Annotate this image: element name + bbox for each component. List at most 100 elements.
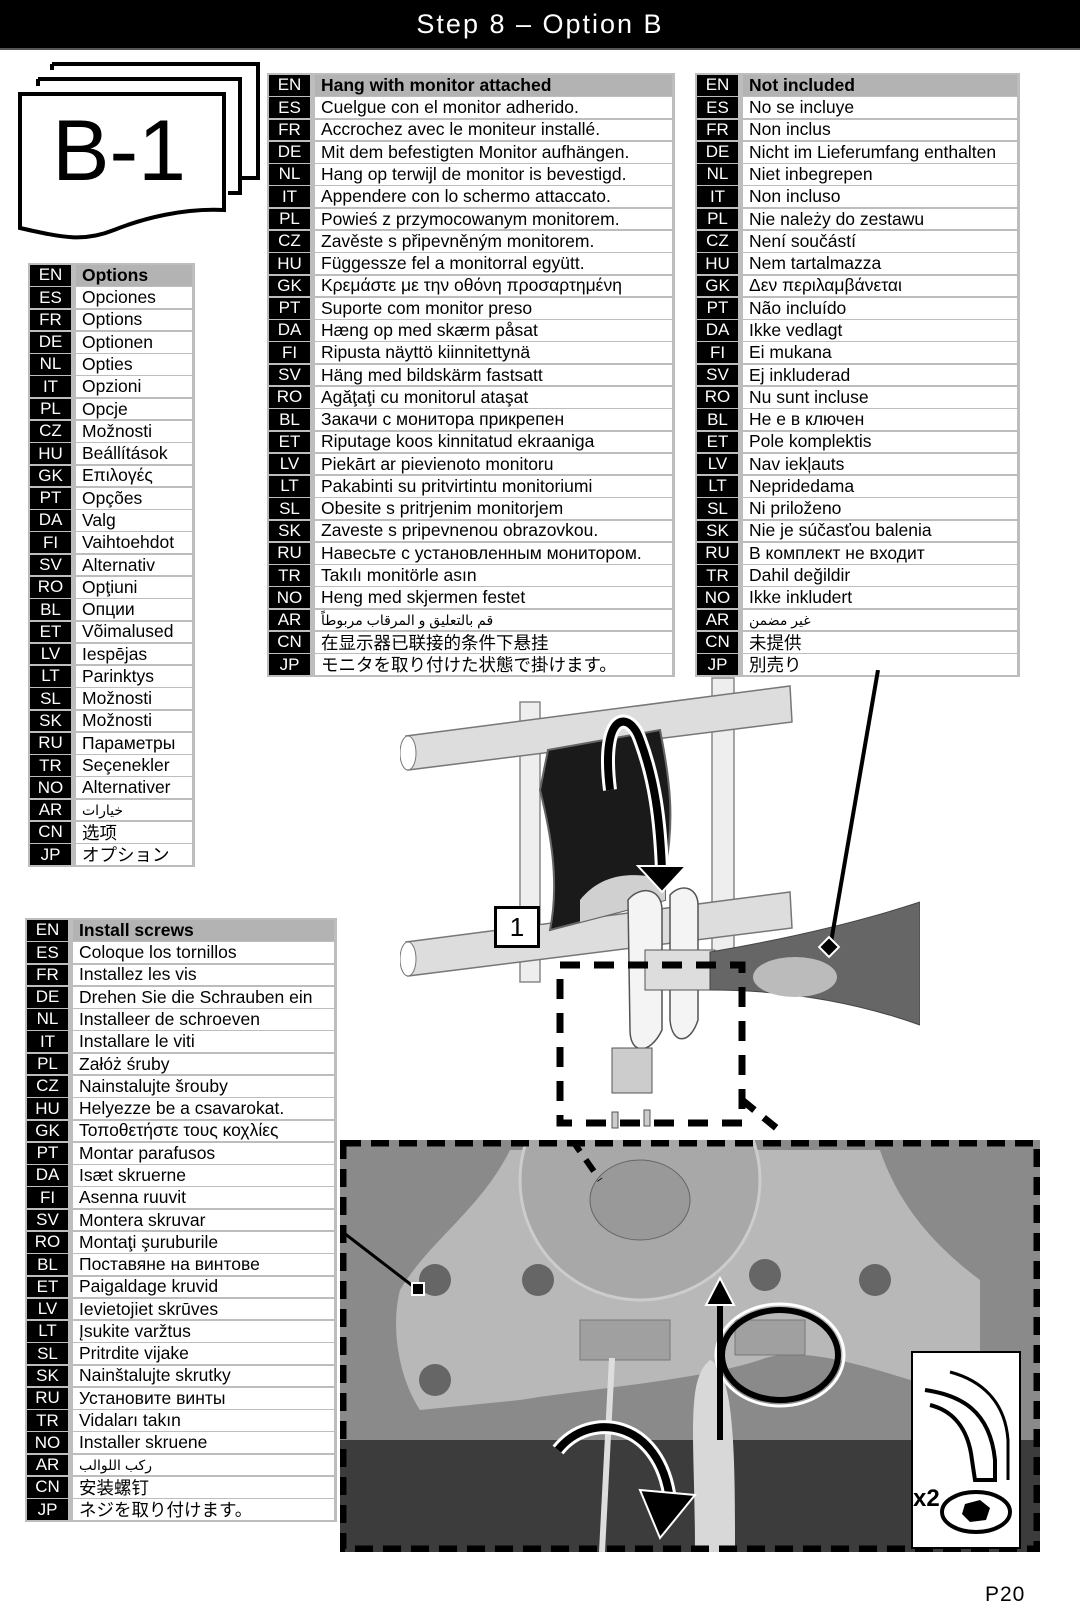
language-code: LV (30, 643, 71, 665)
table-row: IT Non incluso (697, 186, 1017, 208)
translation-text: Võimalused (76, 621, 192, 643)
table-row: RO Opţiuni (30, 576, 192, 598)
table-row: EN Hang with monitor attached (269, 75, 672, 96)
language-code: LV (269, 453, 310, 475)
language-code: CN (27, 1477, 68, 1498)
translation-text: Nainstalujte šrouby (73, 1075, 334, 1097)
language-code: IT (27, 1031, 68, 1053)
table-row: SV Alternativ (30, 554, 192, 576)
translation-text: Nu sunt incluse (743, 386, 1017, 408)
translation-text: Ej inkluderad (743, 364, 1017, 386)
table-row: ES Cuelgue con el monitor adherido. (269, 97, 672, 118)
screw (643, 1109, 651, 1127)
language-code: DE (269, 141, 310, 163)
translation-text: Pritrdite vijake (73, 1343, 334, 1365)
language-code: JP (30, 844, 71, 865)
translation-text: Asenna ruuvit (73, 1187, 334, 1209)
table-row: GK Κρεμάστε με την οθόνη προσαρτημένη (269, 275, 672, 297)
translation-text: 安装螺钉 (73, 1477, 334, 1498)
language-code: NL (269, 164, 310, 185)
translation-text: Hæng op med skærm påsat (315, 320, 672, 341)
translation-text: Nem tartalmazza (743, 253, 1017, 274)
table-row: GK Τοποθετήστε τους κοχλίες (27, 1120, 334, 1142)
language-code: RU (269, 542, 310, 564)
translation-text: 在显示器已联接的条件下悬挂 (315, 632, 672, 653)
language-code: RO (27, 1231, 68, 1253)
table-row: DE Nicht im Lieferumfang enthalten (697, 141, 1017, 163)
table-row: BL Опции (30, 599, 192, 620)
language-code: PL (697, 208, 738, 230)
translation-text: Suporte com monitor preso (315, 297, 672, 319)
translation-text: Agăţaţi cu monitorul ataşat (315, 386, 672, 408)
language-code: HU (30, 443, 71, 464)
translation-text: Možnosti (76, 420, 192, 442)
table-row: LV Nav iekļauts (697, 453, 1017, 475)
translation-text: Установите винты (73, 1387, 334, 1409)
language-code: DE (27, 986, 68, 1008)
not-included-table: EN Not included ES No se incluye FR Non inclu… (695, 73, 1020, 677)
table-row: CZ Možnosti (30, 420, 192, 442)
table-row: DA Isæt skruerne (27, 1165, 334, 1186)
table-row: DA Ikke vedlagt (697, 320, 1017, 341)
table-row: NL Hang op terwijl de monitor is bevestig… (269, 164, 672, 185)
language-code: PT (269, 297, 310, 319)
translation-text: Parinktys (76, 666, 192, 687)
table-row: RO Nu sunt incluse (697, 386, 1017, 408)
table-row: RO Montaţi şuruburile (27, 1231, 334, 1253)
table-row: PL Załóż śruby (27, 1053, 334, 1075)
language-code: ET (27, 1276, 68, 1298)
table-row: SL Obesite s pritrjenim monitorjem (269, 498, 672, 520)
translation-text: Seçenekler (76, 755, 192, 776)
step-title: Step 8 – Option B (416, 8, 664, 39)
table-heading: Options (76, 265, 192, 286)
translation-text: Isæt skruerne (73, 1165, 334, 1186)
translation-text: Opções (76, 487, 192, 509)
table-row: AR غير مضمن (697, 609, 1017, 631)
leader-line (828, 669, 880, 949)
table-row: ET Paigaldage kruvid (27, 1276, 334, 1298)
language-code: FI (269, 342, 310, 364)
table-row: LT Pakabinti su pritvirtintu monitoriumi (269, 476, 672, 497)
language-code: SL (269, 498, 310, 520)
translation-text: Valg (76, 510, 192, 531)
translation-text: Nie je súčasťou balenia (743, 520, 1017, 542)
table-row: HU Függessze fel a monitorral együtt. (269, 253, 672, 274)
translation-text: Nie należy do zestawu (743, 208, 1017, 230)
translation-text: Možnosti (76, 688, 192, 710)
language-code: FI (697, 342, 738, 364)
table-row: FR Non inclus (697, 119, 1017, 141)
table-row: NL Niet inbegrepen (697, 164, 1017, 185)
table-row: JP オプション (30, 844, 192, 865)
table-row: NO Alternativer (30, 777, 192, 799)
language-code: ES (30, 287, 71, 308)
language-code: ET (697, 431, 738, 453)
language-code: SK (697, 520, 738, 542)
language-code: PT (30, 487, 71, 509)
table-heading: Not included (743, 75, 1017, 96)
translation-text: Obesite s pritrjenim monitorjem (315, 498, 672, 520)
translation-text: Hang op terwijl de monitor is bevestigd. (315, 164, 672, 185)
language-code: CZ (697, 230, 738, 252)
language-code: PL (27, 1053, 68, 1075)
table-row: ET Pole komplektis (697, 431, 1017, 453)
translation-text: Ripusta näyttö kiinnitettynä (315, 342, 672, 364)
screw (611, 1111, 619, 1129)
language-code: BL (30, 599, 71, 620)
translation-text: خيارات (76, 799, 192, 821)
table-row: IT Opzioni (30, 376, 192, 398)
translation-text: Nepridedama (743, 476, 1017, 497)
language-code: AR (30, 799, 71, 821)
table-row: PL Powieś z przymocowanym monitorem. (269, 208, 672, 230)
table-row: AR خيارات (30, 799, 192, 821)
language-code: SV (27, 1209, 68, 1231)
table-row: LT Įsukite varžtus (27, 1321, 334, 1342)
table-row: PT Montar parafusos (27, 1142, 334, 1164)
table-row: TR Vidaları takın (27, 1410, 334, 1431)
language-code: LT (27, 1321, 68, 1342)
language-code: RU (30, 732, 71, 754)
table-row: BL Поставяне на винтове (27, 1254, 334, 1275)
translation-text: Montar parafusos (73, 1142, 334, 1164)
translation-text: Optionen (76, 331, 192, 353)
language-code: NO (269, 587, 310, 609)
table-row: PL Opcje (30, 398, 192, 420)
